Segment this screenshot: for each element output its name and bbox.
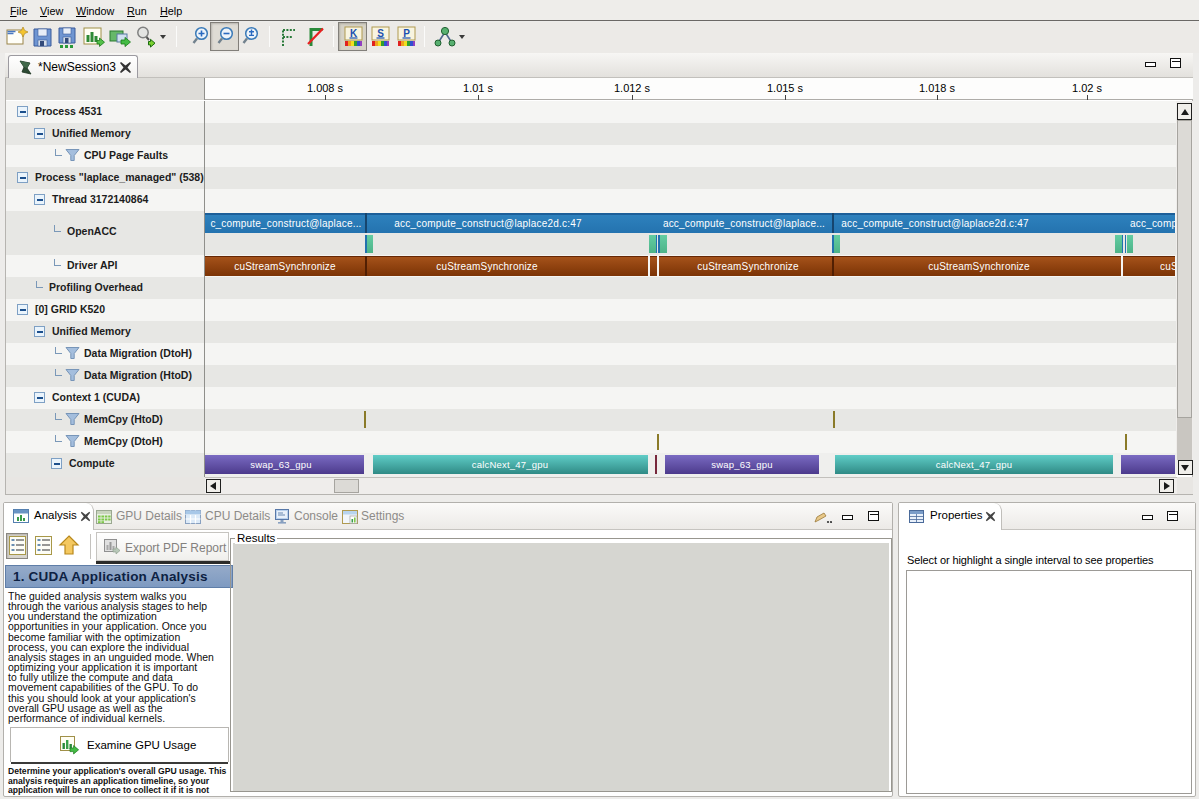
svg-text:S: S bbox=[377, 28, 384, 39]
svg-text:K: K bbox=[350, 28, 358, 39]
svg-text:P: P bbox=[403, 28, 410, 39]
